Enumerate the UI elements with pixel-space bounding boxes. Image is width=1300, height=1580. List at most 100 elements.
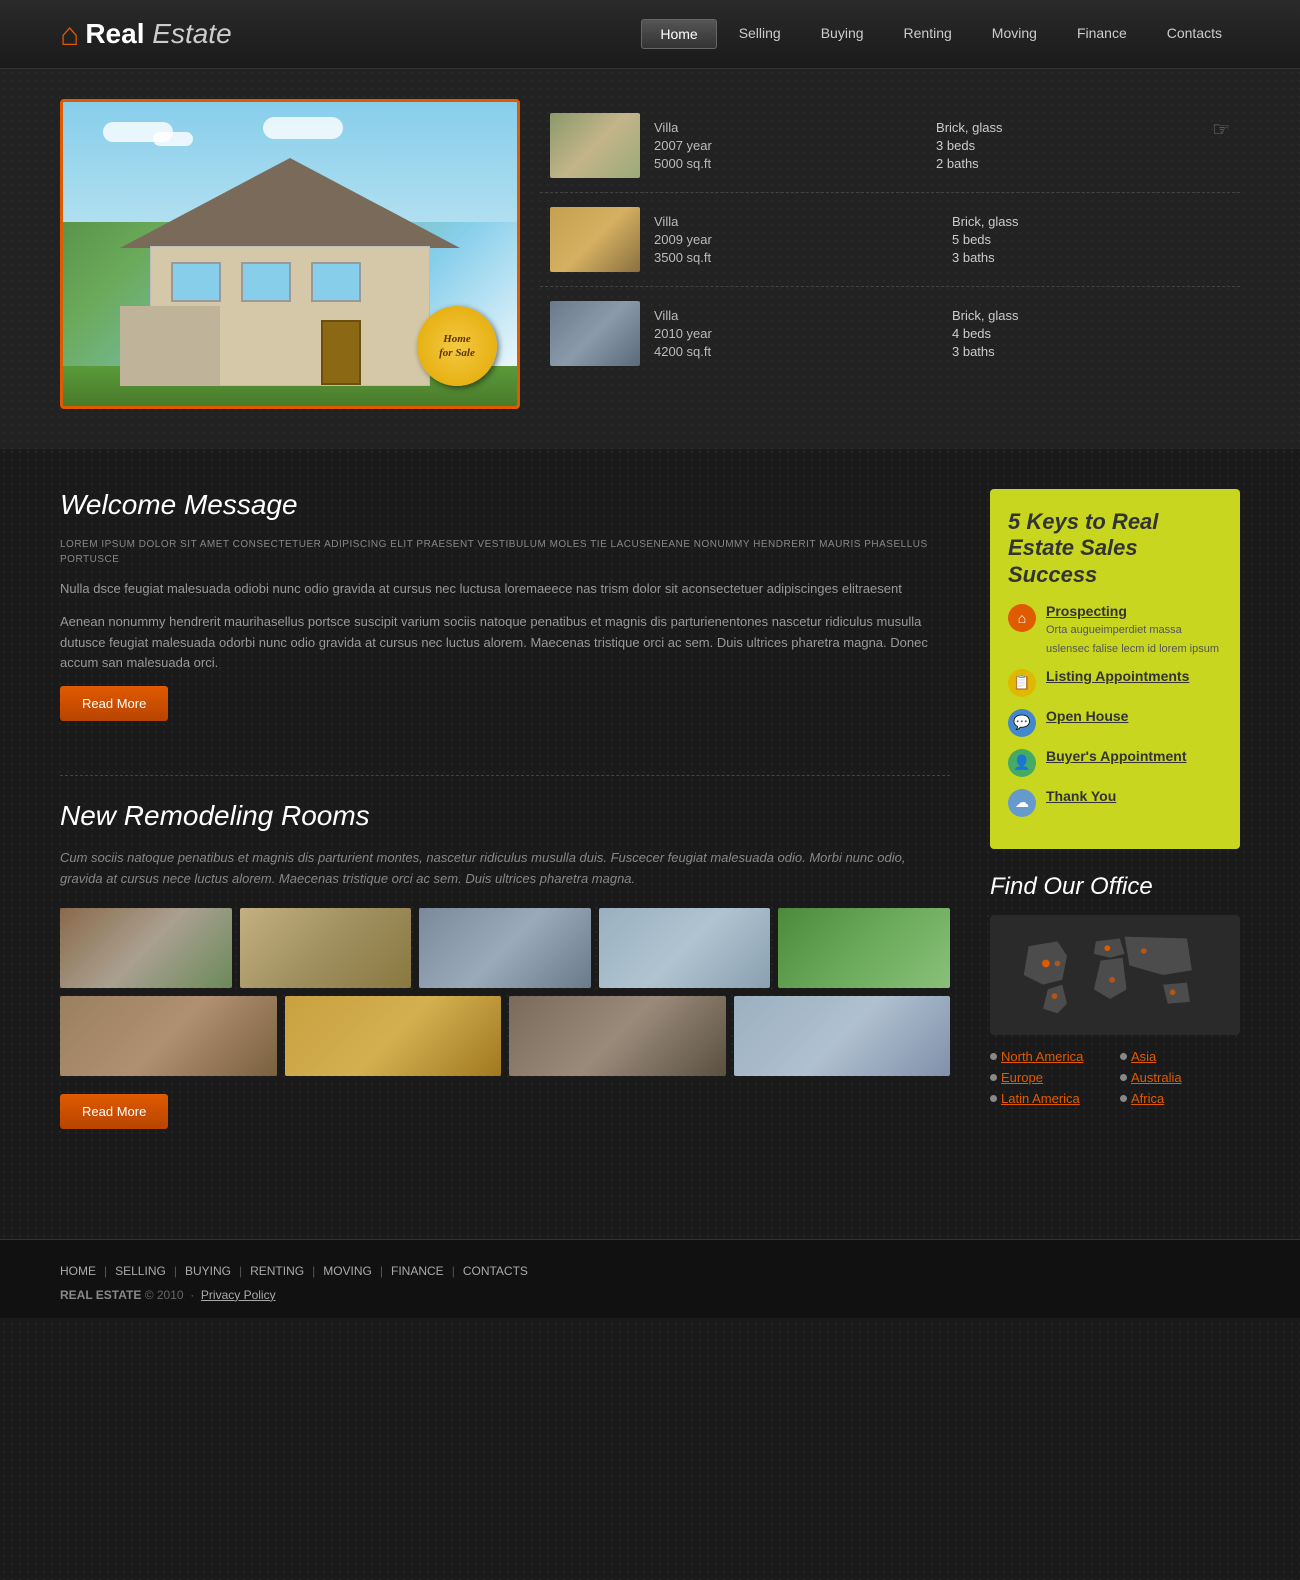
remodeling-read-more-button[interactable]: Read More — [60, 1094, 168, 1129]
window1 — [171, 262, 221, 302]
prop-material-3: Brick, glass — [952, 308, 1230, 323]
footer-nav-finance[interactable]: FINANCE — [391, 1264, 444, 1278]
key-item-listing: 📋 Listing Appointments — [1008, 669, 1222, 697]
prop-type-3: Villa — [654, 308, 932, 323]
footer-nav-buying[interactable]: BUYING — [185, 1264, 231, 1278]
footer-sep-3: | — [239, 1264, 242, 1278]
nav-home[interactable]: Home — [641, 19, 716, 49]
nav-selling[interactable]: Selling — [721, 19, 799, 49]
photo-thumb-4[interactable] — [599, 908, 771, 988]
loc-bullet-la — [990, 1095, 997, 1102]
main-right-column: 5 Keys to Real Estate Sales Success ⌂ Pr… — [990, 489, 1240, 1159]
cloud2 — [153, 132, 193, 146]
key-desc-prospecting: Orta augueimperdiet massa uslensec falis… — [1046, 624, 1219, 654]
key-item-thankyou: ☁ Thank You — [1008, 789, 1222, 817]
loc-label-na: North America — [1001, 1049, 1083, 1064]
prop-sqft-1: 5000 sq.ft — [654, 156, 916, 171]
office-section: Find Our Office — [990, 873, 1240, 1106]
cloud3 — [263, 117, 343, 139]
key-icon-prospecting: ⌂ — [1008, 604, 1036, 632]
prop-material-1: Brick, glass — [936, 120, 1198, 135]
key-link-prospecting[interactable]: Prospecting — [1046, 604, 1222, 618]
prop-baths-3: 3 baths — [952, 344, 1230, 359]
loc-north-america[interactable]: North America — [990, 1049, 1110, 1064]
key-link-listing[interactable]: Listing Appointments — [1046, 669, 1189, 683]
key-item-buyer: 👤 Buyer's Appointment — [1008, 749, 1222, 777]
loc-asia[interactable]: Asia — [1120, 1049, 1240, 1064]
footer-privacy-link[interactable]: Privacy Policy — [201, 1288, 276, 1302]
welcome-title: Welcome Message — [60, 489, 950, 521]
footer: HOME | SELLING | BUYING | RENTING | MOVI… — [0, 1239, 1300, 1318]
welcome-intro-upper: LOREM IPSUM DOLOR SIT AMET CONSECTETUER … — [60, 537, 950, 567]
property-item-1[interactable]: Villa Brick, glass 2007 year 3 beds 5000… — [540, 99, 1240, 193]
main-nav: Home Selling Buying Renting Moving Finan… — [641, 19, 1240, 49]
office-locations: North America Asia Europe Australia Lati… — [990, 1049, 1240, 1106]
photo-thumb-7[interactable] — [285, 996, 502, 1076]
world-map-svg — [1002, 927, 1228, 1023]
remodeling-text: Cum sociis natoque penatibus et magnis d… — [60, 848, 950, 890]
nav-contacts[interactable]: Contacts — [1149, 19, 1240, 49]
loc-label-asia: Asia — [1131, 1049, 1156, 1064]
header: ⌂ Real Estate Home Selling Buying Rentin… — [0, 0, 1300, 69]
property-image-1 — [550, 113, 640, 178]
footer-year: © 2010 — [145, 1288, 184, 1302]
prop-sqft-3: 4200 sq.ft — [654, 344, 932, 359]
loc-africa[interactable]: Africa — [1120, 1091, 1240, 1106]
loc-australia[interactable]: Australia — [1120, 1070, 1240, 1085]
key-content-thankyou: Thank You — [1046, 789, 1116, 805]
nav-moving[interactable]: Moving — [974, 19, 1055, 49]
photo-thumb-5[interactable] — [778, 908, 950, 988]
key-icon-openhouse: 💬 — [1008, 709, 1036, 737]
footer-nav-moving[interactable]: MOVING — [323, 1264, 372, 1278]
hero-section: Home for Sale Villa Brick, glass 2007 ye… — [0, 69, 1300, 449]
welcome-read-more-button[interactable]: Read More — [60, 686, 168, 721]
property-item-2[interactable]: Villa Brick, glass 2009 year 5 beds 3500… — [540, 193, 1240, 287]
house-garage — [120, 306, 220, 386]
footer-brand: REAL ESTATE — [60, 1288, 141, 1302]
key-icon-listing: 📋 — [1008, 669, 1036, 697]
property-image-3 — [550, 301, 640, 366]
key-item-prospecting: ⌂ Prospecting Orta augueimperdiet massa … — [1008, 604, 1222, 657]
key-link-openhouse[interactable]: Open House — [1046, 709, 1128, 723]
window2 — [241, 262, 291, 302]
photo-thumb-3[interactable] — [419, 908, 591, 988]
home-for-sale-badge: Home for Sale — [417, 306, 497, 386]
key-link-buyer[interactable]: Buyer's Appointment — [1046, 749, 1187, 763]
footer-nav-renting[interactable]: RENTING — [250, 1264, 304, 1278]
nav-buying[interactable]: Buying — [803, 19, 882, 49]
property-item-3[interactable]: Villa Brick, glass 2010 year 4 beds 4200… — [540, 287, 1240, 380]
prop-year-2: 2009 year — [654, 232, 932, 247]
logo-estate: Estate — [152, 18, 231, 49]
loc-latin-america[interactable]: Latin America — [990, 1091, 1110, 1106]
badge-line2: for Sale — [439, 346, 475, 360]
photo-thumb-9[interactable] — [734, 996, 951, 1076]
footer-nav-home[interactable]: HOME — [60, 1264, 96, 1278]
cursor-icon-1: ☞ — [1212, 117, 1230, 142]
key-link-thankyou[interactable]: Thank You — [1046, 789, 1116, 803]
photo-thumb-6[interactable] — [60, 996, 277, 1076]
prop-year-1: 2007 year — [654, 138, 916, 153]
prop-year-3: 2010 year — [654, 326, 932, 341]
property-info-2: Villa Brick, glass 2009 year 5 beds 3500… — [654, 214, 1230, 265]
remodeling-title: New Remodeling Rooms — [60, 800, 950, 832]
main-left-column: Welcome Message LOREM IPSUM DOLOR SIT AM… — [60, 489, 950, 1159]
prop-type-1: Villa — [654, 120, 916, 135]
footer-nav-selling[interactable]: SELLING — [115, 1264, 166, 1278]
footer-nav-contacts[interactable]: CONTACTS — [463, 1264, 528, 1278]
photo-thumb-2[interactable] — [240, 908, 412, 988]
footer-sep-2: | — [174, 1264, 177, 1278]
loc-europe[interactable]: Europe — [990, 1070, 1110, 1085]
nav-renting[interactable]: Renting — [886, 19, 970, 49]
property-thumb-2 — [550, 207, 640, 272]
footer-copyright: REAL ESTATE © 2010 · Privacy Policy — [60, 1288, 1240, 1302]
photo-thumb-1[interactable] — [60, 908, 232, 988]
nav-finance[interactable]: Finance — [1059, 19, 1145, 49]
loc-bullet-asia — [1120, 1053, 1127, 1060]
hero-image: Home for Sale — [60, 99, 520, 409]
keys-title: 5 Keys to Real Estate Sales Success — [1008, 509, 1222, 588]
photo-thumb-8[interactable] — [509, 996, 726, 1076]
prop-sqft-2: 3500 sq.ft — [654, 250, 932, 265]
photo-grid-row2 — [60, 996, 950, 1076]
welcome-intro-normal: Nulla dsce feugiat malesuada odiobi nunc… — [60, 579, 950, 600]
loc-label-africa: Africa — [1131, 1091, 1164, 1106]
